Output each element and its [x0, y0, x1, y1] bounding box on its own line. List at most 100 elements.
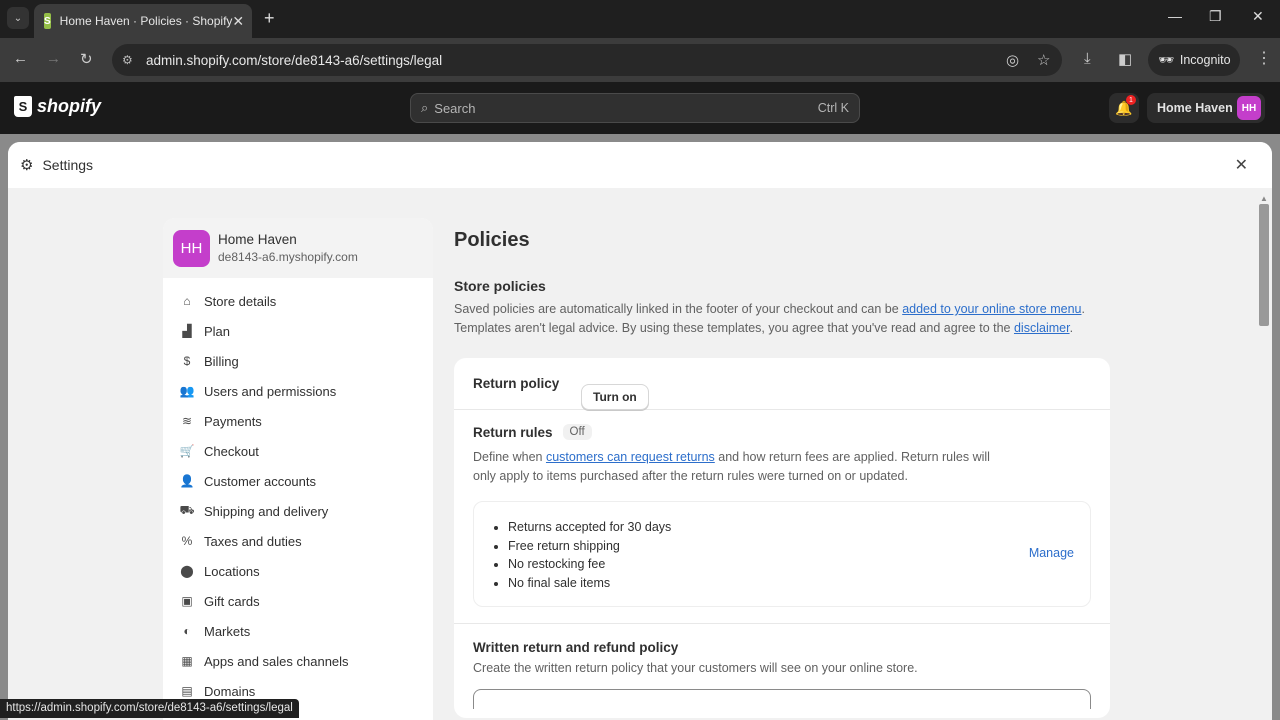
side-panel-icon[interactable]: ◧ — [1118, 50, 1132, 68]
cart-icon: 🛒 — [179, 444, 195, 458]
sidebar-item-gift-cards[interactable]: ▣ Gift cards — [163, 586, 433, 616]
tab-search-button[interactable]: ⌄ — [7, 7, 29, 29]
sidebar-item-label: Apps and sales channels — [204, 653, 349, 669]
sidebar-item-taxes[interactable]: % Taxes and duties — [163, 526, 433, 556]
tax-icon: % — [181, 534, 193, 548]
scroll-up-icon[interactable]: ▲ — [1258, 194, 1270, 203]
minimize-icon[interactable]: — — [1168, 8, 1182, 24]
status-badge: Off — [562, 424, 592, 440]
new-tab-button[interactable]: + — [264, 8, 275, 29]
location-icon: ⬤ — [180, 564, 194, 578]
payments-icon: ≋ — [181, 414, 193, 428]
reload-icon[interactable]: ↻ — [80, 50, 93, 68]
notifications-button[interactable]: 🔔 1 — [1109, 93, 1139, 123]
users-icon: 👥 — [179, 384, 195, 398]
sidebar-item-payments[interactable]: ≋ Payments — [163, 406, 433, 436]
truck-icon: ⛟ — [179, 503, 195, 517]
gear-icon: ⚙ — [20, 157, 34, 174]
sidebar-item-label: Taxes and duties — [204, 533, 302, 549]
sidebar-item-shipping[interactable]: ⛟ Shipping and delivery — [163, 496, 433, 526]
shopify-favicon-icon: S — [44, 13, 51, 29]
sidebar-item-label: Users and permissions — [204, 383, 337, 399]
sidebar-item-billing[interactable]: $ Billing — [163, 346, 433, 376]
policies-main: Policies Store policies Saved policies a… — [454, 218, 1110, 718]
account-menu-button[interactable]: Home Haven HH — [1147, 93, 1265, 123]
sidebar-item-markets[interactable]: ◐ Markets — [163, 616, 433, 646]
incognito-label: Incognito — [1179, 53, 1231, 67]
browser-menu-icon[interactable]: ⋮ — [1256, 48, 1272, 68]
written-policy-description: Create the written return policy that yo… — [473, 661, 918, 675]
apps-icon: ▦ — [181, 654, 193, 668]
plan-icon: ▟ — [182, 324, 192, 338]
return-rules-list: Returns accepted for 30 days Free return… — [473, 501, 1091, 607]
desc-text: . — [1069, 320, 1074, 335]
list-item: Free return shipping — [508, 537, 1090, 556]
search-input[interactable]: ⌕ Search Ctrl K — [410, 93, 860, 123]
address-bar: ← → ↻ ⚙ admin.shopify.com/store/de8143-a… — [0, 38, 1280, 82]
sidebar-item-locations[interactable]: ⬤ Locations — [163, 556, 433, 586]
back-icon[interactable]: ← — [13, 50, 28, 67]
close-icon[interactable]: ✕ — [1235, 155, 1248, 175]
store-icon: ⌂ — [183, 294, 191, 308]
sidebar-item-label: Checkout — [204, 443, 259, 459]
scrollbar[interactable]: ▲ — [1258, 194, 1270, 720]
status-bar-url: https://admin.shopify.com/store/de8143-a… — [0, 699, 299, 718]
markets-icon: ◐ — [183, 624, 191, 638]
settings-header: ⚙ Settings ✕ — [8, 142, 1272, 188]
eye-off-icon[interactable]: ◎ — [1006, 51, 1019, 69]
billing-icon: $ — [183, 354, 191, 368]
bookmark-star-icon[interactable]: ☆ — [1037, 51, 1050, 69]
browser-tab-bar: ⌄ S Home Haven · Policies · Shopify ✕ + … — [0, 0, 1280, 38]
sidebar-item-users[interactable]: 👥 Users and permissions — [163, 376, 433, 406]
store-header[interactable]: HH Home Haven de8143-a6.myshopify.com — [163, 218, 433, 278]
list-item: No final sale items — [508, 574, 1090, 593]
desc-text: Saved policies are automatically linked … — [454, 302, 903, 316]
sidebar-item-label: Store details — [204, 293, 277, 309]
search-shortcut: Ctrl K — [817, 101, 849, 115]
sidebar-item-checkout[interactable]: 🛒 Checkout — [163, 436, 433, 466]
store-policies-description: Saved policies are automatically linked … — [454, 300, 1110, 337]
online-store-menu-link[interactable]: added to your online store menu — [902, 302, 1081, 316]
forward-icon[interactable]: → — [46, 50, 61, 67]
policy-editor[interactable] — [473, 689, 1091, 709]
url-text: admin.shopify.com/store/de8143-a6/settin… — [146, 52, 443, 68]
incognito-badge[interactable]: 🕶 Incognito — [1148, 44, 1240, 76]
url-field[interactable]: ⚙ admin.shopify.com/store/de8143-a6/sett… — [112, 44, 1062, 76]
sidebar-item-plan[interactable]: ▟ Plan — [163, 316, 433, 346]
person-icon: 👤 — [179, 474, 195, 488]
sidebar-item-label: Domains — [204, 683, 256, 699]
shopify-logo[interactable]: S shopify — [14, 96, 101, 117]
search-icon: ⌕ — [421, 100, 429, 115]
search-placeholder: Search — [434, 100, 476, 116]
return-policy-title: Return policy — [454, 358, 1110, 410]
return-rules-description: Define when customers can request return… — [473, 448, 1003, 485]
site-info-icon[interactable]: ⚙ — [122, 53, 146, 67]
avatar: HH — [1237, 96, 1261, 120]
sidebar-item-apps[interactable]: ▦ Apps and sales channels — [163, 646, 433, 676]
request-returns-link[interactable]: customers can request returns — [546, 450, 715, 464]
settings-title: Settings — [42, 157, 94, 173]
store-avatar: HH — [173, 229, 210, 267]
return-policy-card: Return policy Return rules Off Define whe… — [454, 358, 1110, 718]
written-policy-title: Written return and refund policy — [473, 640, 679, 655]
sidebar-item-store-details[interactable]: ⌂ Store details — [163, 286, 433, 316]
settings-modal: ⚙ Settings ✕ ▲ HH Home Haven de8143-a6.m… — [8, 142, 1272, 720]
window-close-icon[interactable]: ✕ — [1252, 8, 1264, 25]
manage-button[interactable]: Manage — [1029, 546, 1074, 560]
sidebar-item-label: Billing — [204, 353, 239, 369]
download-icon[interactable]: ⤓ — [1084, 50, 1091, 67]
turn-on-button[interactable]: Turn on — [581, 384, 649, 410]
browser-tab[interactable]: S Home Haven · Policies · Shopify ✕ — [34, 4, 252, 38]
restore-icon[interactable]: ❐ — [1209, 8, 1222, 25]
sidebar-item-customer-accounts[interactable]: 👤 Customer accounts — [163, 466, 433, 496]
store-policies-title: Store policies — [454, 278, 546, 294]
gift-card-icon: ▣ — [181, 594, 193, 608]
tab-close-icon[interactable]: ✕ — [232, 13, 244, 30]
desc-text: Define when — [473, 450, 546, 464]
disclaimer-link[interactable]: disclaimer — [1014, 321, 1070, 335]
scrollbar-thumb[interactable] — [1259, 204, 1269, 326]
page-title: Policies — [454, 229, 530, 251]
sidebar-item-label: Payments — [204, 413, 262, 429]
return-rules-title: Return rules — [473, 424, 553, 440]
sidebar-item-label: Shipping and delivery — [204, 503, 329, 519]
